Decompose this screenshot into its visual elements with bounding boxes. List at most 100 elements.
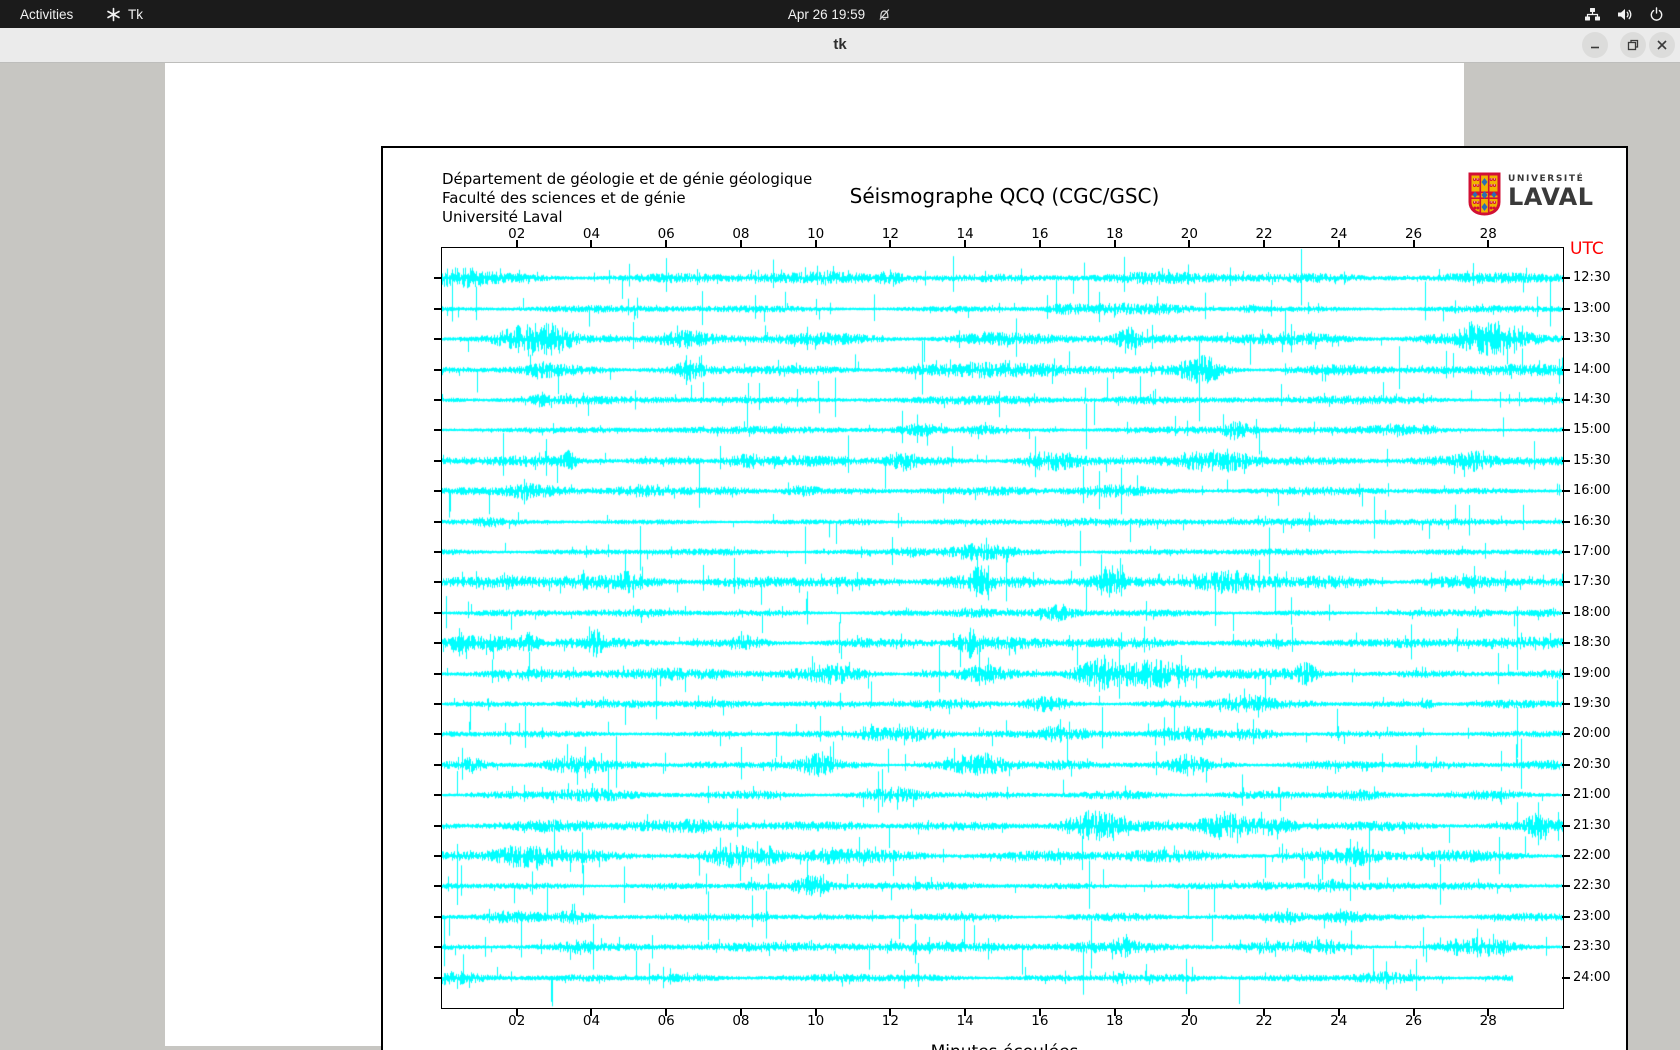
window-titlebar[interactable]: tk [0,28,1680,63]
row-time-label: 16:00 [1573,483,1610,499]
row-time-label: 20:30 [1573,757,1610,773]
row-time-label: 21:00 [1573,787,1610,803]
row-tick-mark-left [434,764,442,766]
app-indicator-label: Tk [128,7,143,22]
row-tick-mark-right [1562,551,1570,553]
x-tick-label-top: 20 [1171,226,1207,242]
row-tick-mark-right [1562,612,1570,614]
x-tick-label-bottom: 04 [573,1013,609,1029]
row-tick-mark-right [1562,885,1570,887]
x-tick-label-bottom: 26 [1396,1013,1432,1029]
x-tick-label-bottom: 08 [723,1013,759,1029]
x-tick-label-bottom: 22 [1246,1013,1282,1029]
network-wired-icon [1584,7,1601,22]
row-tick-mark-right [1562,521,1570,523]
row-tick-mark-left [434,977,442,979]
row-tick-mark-left [434,703,442,705]
row-tick-mark-left [434,612,442,614]
clock-label: Apr 26 19:59 [788,7,865,22]
x-tick-label-top: 04 [573,226,609,242]
row-time-label: 16:30 [1573,514,1610,530]
power-icon [1649,7,1664,22]
x-tick-label-bottom: 18 [1097,1013,1133,1029]
window-title: tk [0,28,1680,62]
row-time-label: 18:00 [1573,605,1610,621]
row-time-label: 19:00 [1573,666,1610,682]
row-time-label: 17:30 [1573,574,1610,590]
minimize-button[interactable] [1582,32,1608,58]
x-tick-label-top: 24 [1321,226,1357,242]
row-tick-mark-right [1562,369,1570,371]
row-tick-mark-right [1562,429,1570,431]
row-tick-mark-right [1562,399,1570,401]
row-time-label: 19:30 [1573,696,1610,712]
activities-button[interactable]: Activities [10,0,83,28]
x-tick-label-bottom: 06 [648,1013,684,1029]
volume-icon [1617,7,1633,22]
x-tick-label-bottom: 16 [1022,1013,1058,1029]
row-tick-mark-left [434,733,442,735]
desktop: Activities Tk Apr 26 19:59 [0,0,1680,1050]
x-tick-label-bottom: 02 [499,1013,535,1029]
row-time-label: 18:30 [1573,635,1610,651]
row-tick-mark-left [434,429,442,431]
row-tick-mark-right [1562,794,1570,796]
x-tick-label-bottom: 10 [798,1013,834,1029]
x-tick-label-top: 16 [1022,226,1058,242]
row-time-label: 20:00 [1573,726,1610,742]
row-tick-mark-right [1562,733,1570,735]
row-tick-mark-left [434,642,442,644]
row-tick-mark-left [434,581,442,583]
x-tick-label-top: 22 [1246,226,1282,242]
row-tick-mark-right [1562,825,1570,827]
row-tick-mark-right [1562,977,1570,979]
universite-laval-logo: UNIVERSITÉ LAVAL [1468,172,1594,220]
row-time-label: 15:00 [1573,422,1610,438]
row-time-label: 23:30 [1573,939,1610,955]
row-tick-mark-left [434,369,442,371]
utc-label: UTC [1570,239,1604,259]
row-tick-mark-left [434,551,442,553]
x-tick-label-top: 28 [1470,226,1506,242]
row-time-label: 22:30 [1573,878,1610,894]
x-tick-label-bottom: 20 [1171,1013,1207,1029]
row-time-label: 17:00 [1573,544,1610,560]
institution-line: Université Laval [442,208,812,227]
row-tick-mark-right [1562,490,1570,492]
row-tick-mark-right [1562,642,1570,644]
x-tick-label-bottom: 28 [1470,1013,1506,1029]
x-tick-label-top: 02 [499,226,535,242]
maximize-button[interactable] [1620,32,1646,58]
row-tick-mark-left [434,794,442,796]
row-tick-mark-right [1562,308,1570,310]
close-button[interactable] [1649,32,1675,58]
x-tick-label-bottom: 14 [947,1013,983,1029]
system-status-area[interactable] [1584,0,1664,28]
x-tick-label-top: 12 [872,226,908,242]
clock-button[interactable]: Apr 26 19:59 [788,0,892,28]
row-tick-mark-left [434,490,442,492]
tk-app-icon [106,7,121,22]
x-tick-label-top: 06 [648,226,684,242]
row-time-label: 13:30 [1573,331,1610,347]
app-indicator[interactable]: Tk [106,0,143,28]
row-time-label: 13:00 [1573,301,1610,317]
row-tick-mark-left [434,885,442,887]
row-tick-mark-left [434,277,442,279]
row-tick-mark-left [434,673,442,675]
row-tick-mark-left [434,399,442,401]
x-tick-label-top: 14 [947,226,983,242]
figure-title: Séismographe QCQ (CGC/GSC) [383,184,1626,208]
row-tick-mark-left [434,825,442,827]
row-time-label: 23:00 [1573,909,1610,925]
x-tick-label-bottom: 12 [872,1013,908,1029]
x-tick-label-top: 08 [723,226,759,242]
x-tick-label-top: 18 [1097,226,1133,242]
row-time-label: 21:30 [1573,818,1610,834]
row-tick-mark-right [1562,581,1570,583]
row-tick-mark-right [1562,703,1570,705]
row-tick-mark-left [434,916,442,918]
row-tick-mark-right [1562,460,1570,462]
row-tick-mark-left [434,460,442,462]
row-time-label: 24:00 [1573,970,1610,986]
